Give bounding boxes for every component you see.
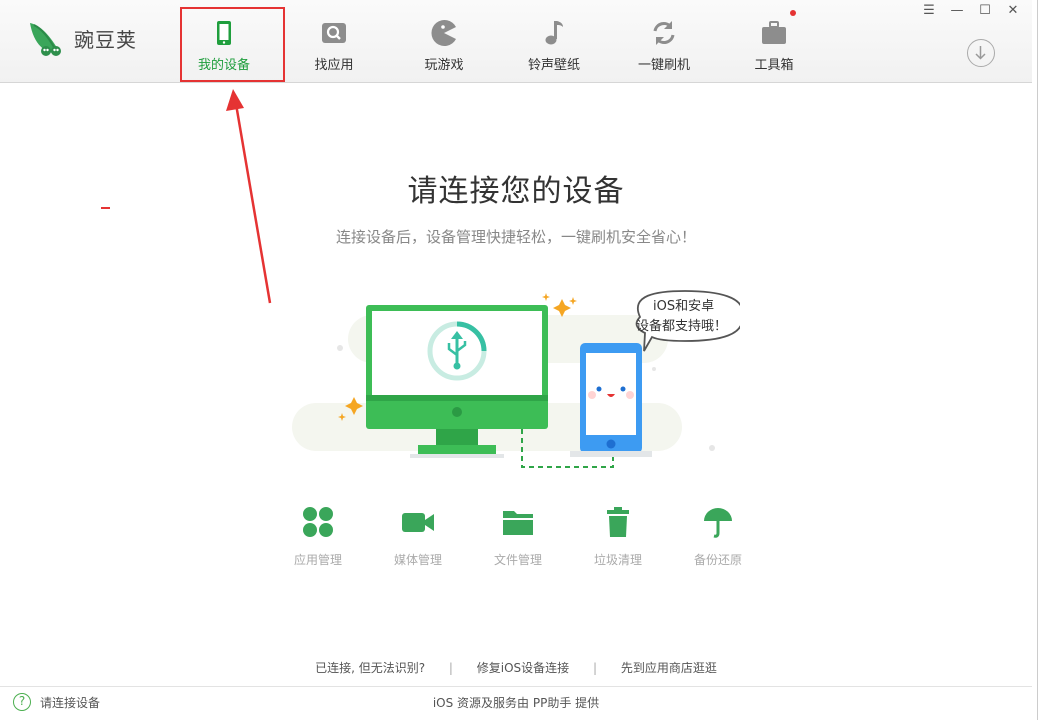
nav-label: 玩游戏 [424,58,464,73]
feature-app-management[interactable]: 应用管理 [278,505,358,568]
toolbox-icon [762,21,786,44]
close-button[interactable]: ✕ [1002,2,1024,20]
pacman-icon [431,20,456,47]
page-subtitle: 连接设备后，设备管理快捷轻松，一键刷机安全省心！ [335,228,696,246]
pea-pod-logo-icon [30,23,61,56]
help-links-row: 已连接, 但无法识别? | 修复iOS设备连接 | 先到应用商店逛逛 [0,659,1032,676]
download-arrow-icon [975,46,986,60]
toolbox-notification-badge [790,10,796,16]
feature-media-management[interactable]: 媒体管理 [378,505,458,568]
music-note-icon [545,21,563,45]
feature-label: 应用管理 [293,553,342,567]
feature-file-management[interactable]: 文件管理 [478,505,558,568]
bubble-line-2: 设备都支持哦！ [636,319,728,334]
top-navigation-bar: 豌豆荚 我的设备 找应用 玩游戏 铃声壁纸 一键刷机 工具箱 ☰ — ☐ ✕ [0,0,1032,83]
help-link-repair-ios-connection[interactable]: 修复iOS设备连接 [477,661,569,675]
nav-ringtones-wallpapers[interactable]: 铃声壁纸 [502,8,606,80]
feature-label: 备份还原 [693,553,742,567]
help-link-connected-not-recognized[interactable]: 已连接, 但无法识别? [315,661,425,675]
maximize-button[interactable]: ☐ [974,2,996,20]
umbrella-icon [704,508,732,538]
feature-label: 文件管理 [493,553,542,567]
folder-icon [503,511,533,535]
menu-icon[interactable]: ☰ [918,2,940,20]
nav-toolbox[interactable]: 工具箱 [722,8,826,80]
app-window: 豌豆荚 我的设备 找应用 玩游戏 铃声壁纸 一键刷机 工具箱 ☰ — ☐ ✕ 请… [0,0,1038,720]
service-credit: iOS 资源及服务由 PP助手 提供 [432,696,600,710]
page-title: 请连接您的设备 [407,174,625,209]
minimize-button[interactable]: — [946,2,968,20]
feature-label: 垃圾清理 [593,553,642,567]
nav-label: 工具箱 [754,58,794,73]
red-highlight-annotation [180,7,285,82]
nav-label: 铃声壁纸 [527,58,580,73]
nav-one-click-flash[interactable]: 一键刷机 [612,8,716,80]
nav-find-apps[interactable]: 找应用 [282,8,386,80]
apps-grid-icon [303,507,333,537]
feature-backup-restore[interactable]: 备份还原 [678,505,758,568]
help-link-browse-app-store[interactable]: 先到应用商店逛逛 [621,661,717,675]
refresh-icon [653,21,675,45]
nav-play-games[interactable]: 玩游戏 [392,8,496,80]
link-separator: | [448,661,453,675]
feature-junk-cleanup[interactable]: 垃圾清理 [578,505,658,568]
link-separator: | [593,661,598,675]
video-camera-icon [402,513,434,532]
status-bar: ? 请连接设备 iOS 资源及服务由 PP助手 提供 [0,686,1032,720]
bubble-line-1: iOS和安卓 [653,299,715,314]
trash-icon [607,507,629,537]
connect-device-illustration: iOS和安卓 设备都支持哦！ [280,285,744,475]
nav-label: 找应用 [314,58,354,73]
search-box-icon [322,23,346,43]
app-name: 豌豆荚 [74,27,137,52]
app-logo[interactable]: 豌豆荚 [26,17,137,59]
feature-label: 媒体管理 [393,553,442,567]
download-manager-button[interactable] [967,39,995,67]
nav-label: 一键刷机 [637,58,690,73]
